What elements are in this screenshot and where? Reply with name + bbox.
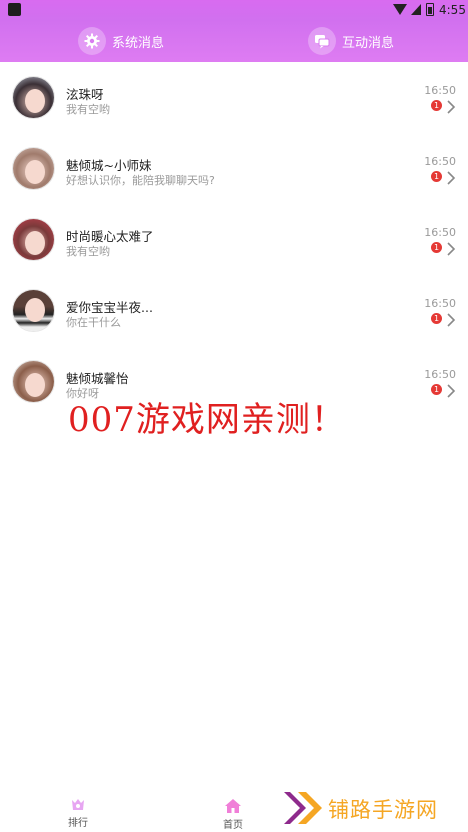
avatar: [12, 360, 55, 403]
tab-interactive-label: 互动消息: [342, 35, 395, 51]
message-time: 16:50: [424, 155, 456, 168]
chevron-right-icon: [447, 313, 456, 327]
unread-badge: 1: [431, 313, 442, 324]
wifi-icon: [393, 4, 407, 15]
brand-logo: 铺路手游网: [280, 786, 466, 830]
message-preview: 你在干什么: [66, 316, 121, 329]
brand-text: 铺路手游网: [328, 798, 438, 822]
nav-item-home[interactable]: 首页: [208, 798, 258, 831]
message-time: 16:50: [424, 297, 456, 310]
home-icon: [225, 799, 241, 813]
status-bar: 4:55: [0, 0, 468, 20]
message-row[interactable]: 泫珠呀 我有空哟 16:50 1: [0, 62, 468, 133]
message-time: 16:50: [424, 84, 456, 97]
tab-system-messages[interactable]: 系统消息: [78, 26, 164, 56]
unread-badge: 1: [431, 384, 442, 395]
unread-badge: 1: [431, 100, 442, 111]
message-row[interactable]: 爱你宝宝半夜... 你在干什么 16:50 1: [0, 275, 468, 346]
message-row[interactable]: 时尚暖心太难了 我有空哟 16:50 1: [0, 204, 468, 275]
brand-chevrons-icon: [284, 792, 322, 824]
chevron-right-icon: [447, 242, 456, 256]
message-preview: 我有空哟: [66, 103, 110, 116]
message-preview: 好想认识你，能陪我聊聊天吗?: [66, 174, 215, 187]
unread-badge: 1: [431, 171, 442, 182]
message-preview: 我有空哟: [66, 245, 110, 258]
trophy-icon: [72, 799, 84, 810]
nav-item-ranking[interactable]: 排行: [53, 798, 103, 829]
chevron-right-icon: [447, 384, 456, 398]
avatar: [12, 218, 55, 261]
gear-icon: [78, 27, 106, 55]
message-time: 16:50: [424, 368, 456, 381]
watermark-text: 007游戏网亲测！: [68, 400, 346, 440]
battery-icon: [426, 3, 434, 16]
tab-interactive-messages[interactable]: 互动消息: [308, 26, 394, 56]
chevron-right-icon: [447, 100, 456, 114]
message-row[interactable]: 魅倾城~小师妹 好想认识你，能陪我聊聊天吗? 16:50 1: [0, 133, 468, 204]
signal-icon: [411, 4, 421, 15]
chat-bubbles-icon: [308, 27, 336, 55]
tab-system-label: 系统消息: [112, 35, 165, 51]
avatar: [12, 147, 55, 190]
avatar: [12, 76, 55, 119]
chevron-right-icon: [447, 171, 456, 185]
message-header: 系统消息 互动消息: [0, 20, 468, 62]
nav-label-ranking: 排行: [68, 818, 88, 829]
notification-icon: [8, 3, 21, 16]
status-time: 4:55: [439, 3, 466, 17]
nav-label-home: 首页: [223, 820, 243, 831]
unread-badge: 1: [431, 242, 442, 253]
message-time: 16:50: [424, 226, 456, 239]
avatar: [12, 289, 55, 332]
